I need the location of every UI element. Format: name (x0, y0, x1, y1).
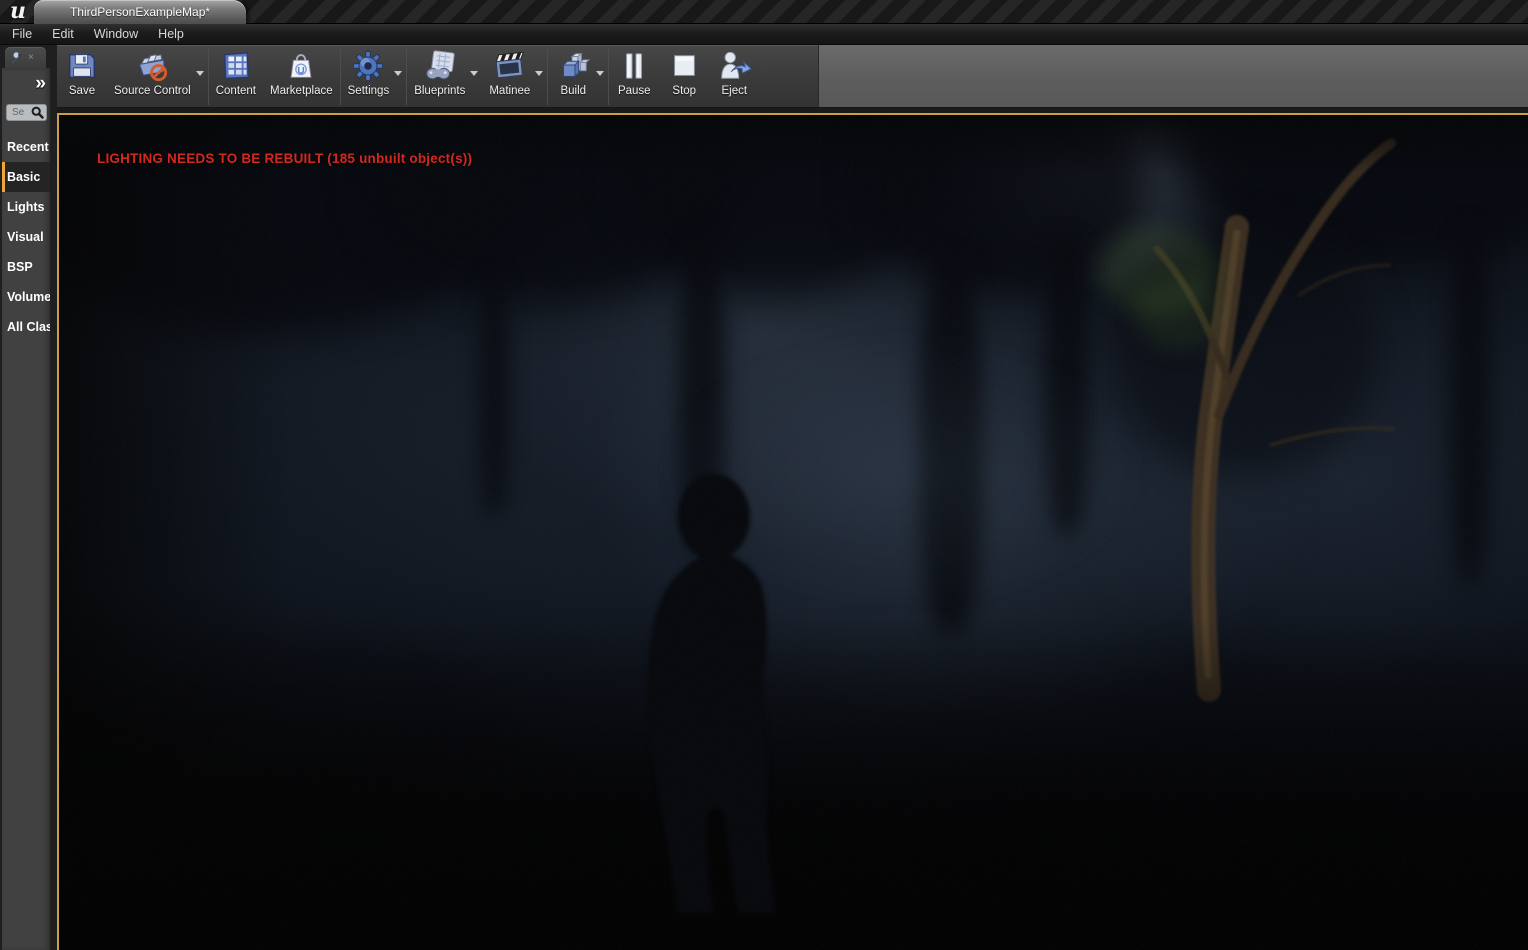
pause-icon (626, 53, 643, 79)
settings-gear-icon (353, 50, 384, 82)
settings-button[interactable]: Settings (341, 45, 397, 107)
stop-button[interactable]: Stop (659, 45, 709, 107)
modes-panel-tab[interactable]: × (5, 47, 46, 68)
build-dropdown-icon[interactable] (596, 71, 605, 76)
placement-category-list: Recent Basic Lights Visual BSP Volume Al… (2, 132, 50, 342)
category-lights[interactable]: Lights (2, 192, 50, 222)
toolbar-button-strip: Save Source Control Content Marketplace … (57, 45, 819, 107)
build-icon (562, 52, 591, 78)
category-visual[interactable]: Visual (2, 222, 50, 252)
pause-button[interactable]: Pause (609, 45, 659, 107)
category-bsp[interactable]: BSP (2, 252, 50, 282)
lighting-rebuild-warning: LIGHTING NEEDS TO BE REBUILT (185 unbuil… (97, 151, 473, 166)
modes-panel-column: × » Se Recent Basic Lights Visual BSP Vo… (0, 45, 57, 950)
save-icon (69, 53, 95, 79)
menu-bar: File Edit Window Help (0, 24, 1528, 45)
eject-icon (721, 51, 753, 79)
modes-panel: » Se Recent Basic Lights Visual BSP Volu… (2, 68, 50, 950)
settings-dropdown-icon[interactable] (394, 71, 403, 76)
tab-well: u ThirdPersonExampleMap* (0, 0, 1528, 24)
menu-file[interactable]: File (2, 24, 42, 44)
marketplace-icon (290, 54, 312, 78)
expand-panel-button[interactable]: » (2, 68, 50, 95)
matinee-button[interactable]: Matinee (482, 45, 537, 107)
wrench-icon (11, 50, 22, 64)
blueprints-button[interactable]: Blueprints (407, 45, 472, 107)
magnifier-icon (31, 106, 44, 119)
source-control-button[interactable]: Source Control (107, 45, 198, 107)
category-basic[interactable]: Basic (2, 162, 50, 192)
main-toolbar: Save Source Control Content Marketplace … (57, 45, 1528, 108)
menu-help[interactable]: Help (148, 24, 194, 44)
menu-window[interactable]: Window (84, 24, 148, 44)
menu-edit[interactable]: Edit (42, 24, 84, 44)
close-icon[interactable]: × (28, 52, 34, 63)
matinee-dropdown-icon[interactable] (535, 71, 544, 76)
source-control-icon (139, 54, 168, 82)
unreal-logo-icon: u (10, 0, 26, 24)
marketplace-button[interactable]: Marketplace (263, 45, 340, 107)
film-grain-overlay (59, 115, 1528, 950)
blueprints-icon (426, 50, 455, 80)
level-tab[interactable]: ThirdPersonExampleMap* (34, 0, 246, 24)
source-control-dropdown-icon[interactable] (195, 71, 204, 76)
build-button[interactable]: Build (548, 45, 598, 107)
blueprints-dropdown-icon[interactable] (470, 71, 479, 76)
matinee-icon (495, 51, 524, 79)
category-volumes[interactable]: Volume (2, 282, 50, 312)
editor-main: × » Se Recent Basic Lights Visual BSP Vo… (0, 45, 1528, 950)
game-viewport[interactable]: LIGHTING NEEDS TO BE REBUILT (185 unbuil… (57, 113, 1528, 950)
content-browser-icon (223, 52, 249, 80)
eject-button[interactable]: Eject (709, 45, 759, 107)
save-button[interactable]: Save (57, 45, 107, 107)
category-recently-placed[interactable]: Recent (2, 132, 50, 162)
modes-search-input[interactable]: Se (6, 104, 47, 121)
viewport-scene (59, 115, 1528, 950)
content-browser-button[interactable]: Content (209, 45, 263, 107)
search-placeholder: Se (12, 107, 25, 118)
category-all-classes[interactable]: All Clas (2, 312, 50, 342)
stop-icon (674, 55, 696, 76)
level-tab-title: ThirdPersonExampleMap* (69, 5, 211, 19)
